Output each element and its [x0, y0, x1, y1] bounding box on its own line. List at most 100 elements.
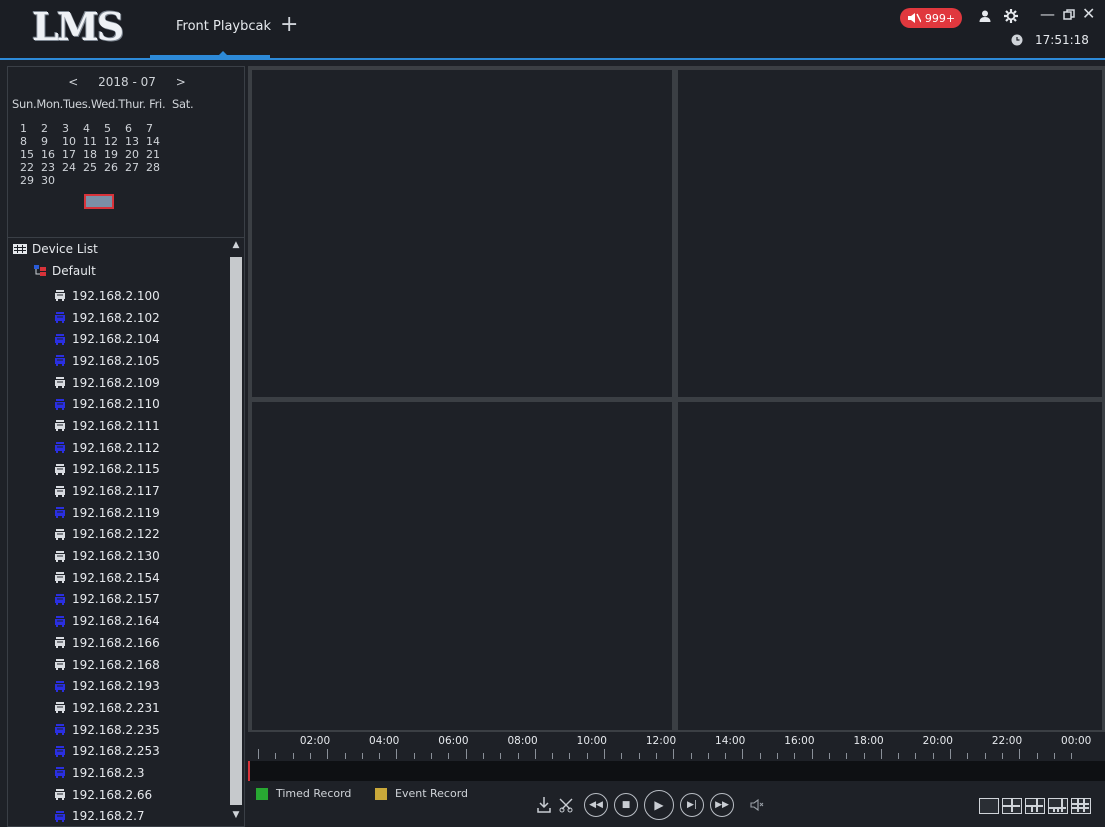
- calendar-day[interactable]: 1: [20, 122, 41, 135]
- calendar-day[interactable]: 22: [20, 161, 41, 174]
- calendar-day[interactable]: 26: [104, 161, 125, 174]
- layout-6-icon[interactable]: [1025, 798, 1045, 814]
- calendar-day[interactable]: 4: [83, 122, 104, 135]
- layout-4-icon[interactable]: [1002, 798, 1022, 814]
- device-item[interactable]: 192.168.2.166: [54, 632, 160, 654]
- device-item[interactable]: 192.168.2.112: [54, 437, 160, 459]
- next-month-icon[interactable]: >: [176, 75, 186, 89]
- scroll-down-icon[interactable]: ▼: [228, 810, 244, 824]
- device-ip: 192.168.2.168: [72, 657, 160, 672]
- fast-forward-icon[interactable]: ▶▶: [710, 793, 734, 817]
- calendar-day[interactable]: 29: [20, 174, 41, 187]
- alarm-badge[interactable]: 999+: [900, 8, 962, 28]
- clip-icon[interactable]: [558, 797, 574, 813]
- restore-icon[interactable]: [1063, 9, 1075, 21]
- timeline-cursor[interactable]: [248, 761, 250, 781]
- calendar-day[interactable]: 17: [62, 148, 83, 161]
- device-item[interactable]: 192.168.2.130: [54, 545, 160, 567]
- device-item[interactable]: 192.168.2.164: [54, 610, 160, 632]
- calendar-day[interactable]: 12: [104, 135, 125, 148]
- calendar-day[interactable]: 27: [125, 161, 146, 174]
- device-item[interactable]: 192.168.2.102: [54, 307, 160, 329]
- scroll-thumb[interactable]: [230, 257, 242, 805]
- minimize-icon[interactable]: —: [1040, 6, 1055, 22]
- add-tab-icon[interactable]: +: [280, 14, 298, 36]
- calendar-day[interactable]: 16: [41, 148, 62, 161]
- video-cell-2[interactable]: [678, 70, 1102, 397]
- calendar-day[interactable]: 10: [62, 135, 83, 148]
- device-item[interactable]: 192.168.2.119: [54, 502, 160, 524]
- stop-icon[interactable]: ■: [614, 793, 638, 817]
- device-list-scrollbar[interactable]: ▲ ▼: [228, 238, 244, 826]
- device-item[interactable]: 192.168.2.109: [54, 372, 160, 394]
- timeline-tick: [482, 753, 484, 759]
- calendar-day[interactable]: 14: [146, 135, 167, 148]
- device-item[interactable]: 192.168.2.110: [54, 393, 160, 415]
- device-item[interactable]: 192.168.2.111: [54, 415, 160, 437]
- volume-mute-icon[interactable]: [750, 799, 764, 811]
- device-item[interactable]: 192.168.2.104: [54, 328, 160, 350]
- device-ip: 192.168.2.231: [72, 700, 160, 715]
- device-item[interactable]: 192.168.2.253: [54, 740, 160, 762]
- calendar-day[interactable]: 21: [146, 148, 167, 161]
- gear-icon[interactable]: [1003, 8, 1019, 24]
- calendar-day[interactable]: 28: [146, 161, 167, 174]
- device-item[interactable]: 192.168.2.115: [54, 459, 160, 481]
- user-icon[interactable]: [978, 9, 992, 23]
- device-item[interactable]: 192.168.2.117: [54, 480, 160, 502]
- video-cell-1[interactable]: [252, 70, 672, 397]
- download-icon[interactable]: [536, 796, 552, 814]
- device-item[interactable]: 192.168.2.168: [54, 654, 160, 676]
- tab-front-playback[interactable]: Front Playbcak: [176, 19, 271, 34]
- calendar-day[interactable]: 3: [62, 122, 83, 135]
- calendar-day[interactable]: 24: [62, 161, 83, 174]
- device-item[interactable]: 192.168.2.231: [54, 697, 160, 719]
- scroll-up-icon[interactable]: ▲: [228, 240, 244, 254]
- calendar-day[interactable]: 19: [104, 148, 125, 161]
- layout-8-icon[interactable]: [1048, 798, 1068, 814]
- layout-9-icon[interactable]: [1071, 798, 1091, 814]
- play-icon[interactable]: ▶: [644, 790, 674, 820]
- timeline-tick: [569, 753, 571, 759]
- calendar-day[interactable]: 7: [146, 122, 167, 135]
- device-item[interactable]: 192.168.2.7: [54, 806, 160, 827]
- timeline-record-bar[interactable]: [248, 761, 1105, 781]
- device-item[interactable]: 192.168.2.235: [54, 719, 160, 741]
- calendar-day[interactable]: 30: [41, 174, 62, 187]
- calendar-day[interactable]: 2: [41, 122, 62, 135]
- calendar-day: [104, 174, 125, 187]
- device-item[interactable]: 192.168.2.66: [54, 784, 160, 806]
- video-cell-4[interactable]: [678, 402, 1102, 730]
- calendar-day[interactable]: 20: [125, 148, 146, 161]
- prev-month-icon[interactable]: <: [68, 75, 78, 89]
- calendar-selected-day[interactable]: 31: [84, 194, 114, 209]
- device-item[interactable]: 192.168.2.157: [54, 589, 160, 611]
- playback-timeline[interactable]: 02:00 04:00 06:00 08:00 10:00 12:00 14:00 16:00…: [248, 733, 1105, 783]
- device-group-default[interactable]: Default: [34, 264, 96, 278]
- device-item[interactable]: 192.168.2.3: [54, 762, 160, 784]
- calendar-day[interactable]: 6: [125, 122, 146, 135]
- calendar-day[interactable]: 13: [125, 135, 146, 148]
- layout-1-icon[interactable]: [979, 798, 999, 814]
- device-item[interactable]: 192.168.2.193: [54, 675, 160, 697]
- calendar-day[interactable]: 11: [83, 135, 104, 148]
- calendar-day[interactable]: 15: [20, 148, 41, 161]
- calendar-day[interactable]: 18: [83, 148, 104, 161]
- video-cell-3[interactable]: [252, 402, 672, 730]
- calendar-day[interactable]: 25: [83, 161, 104, 174]
- device-item[interactable]: 192.168.2.122: [54, 524, 160, 546]
- device-item[interactable]: 192.168.2.100: [54, 285, 160, 307]
- device-item[interactable]: 192.168.2.154: [54, 567, 160, 589]
- calendar-day[interactable]: 8: [20, 135, 41, 148]
- timeline-label: 10:00: [576, 735, 607, 747]
- calendar-day[interactable]: 9: [41, 135, 62, 148]
- weekday-header: Sun.Mon.Tues.Wed.Thur. Fri. Sat.: [12, 97, 194, 111]
- timeline-label: 16:00: [784, 735, 815, 747]
- close-icon[interactable]: ✕: [1082, 6, 1095, 22]
- rewind-icon[interactable]: ◀◀: [584, 793, 608, 817]
- device-item[interactable]: 192.168.2.105: [54, 350, 160, 372]
- timeline-tick: [292, 753, 294, 759]
- step-forward-icon[interactable]: ▶|: [680, 793, 704, 817]
- calendar-day[interactable]: 5: [104, 122, 125, 135]
- calendar-day[interactable]: 23: [41, 161, 62, 174]
